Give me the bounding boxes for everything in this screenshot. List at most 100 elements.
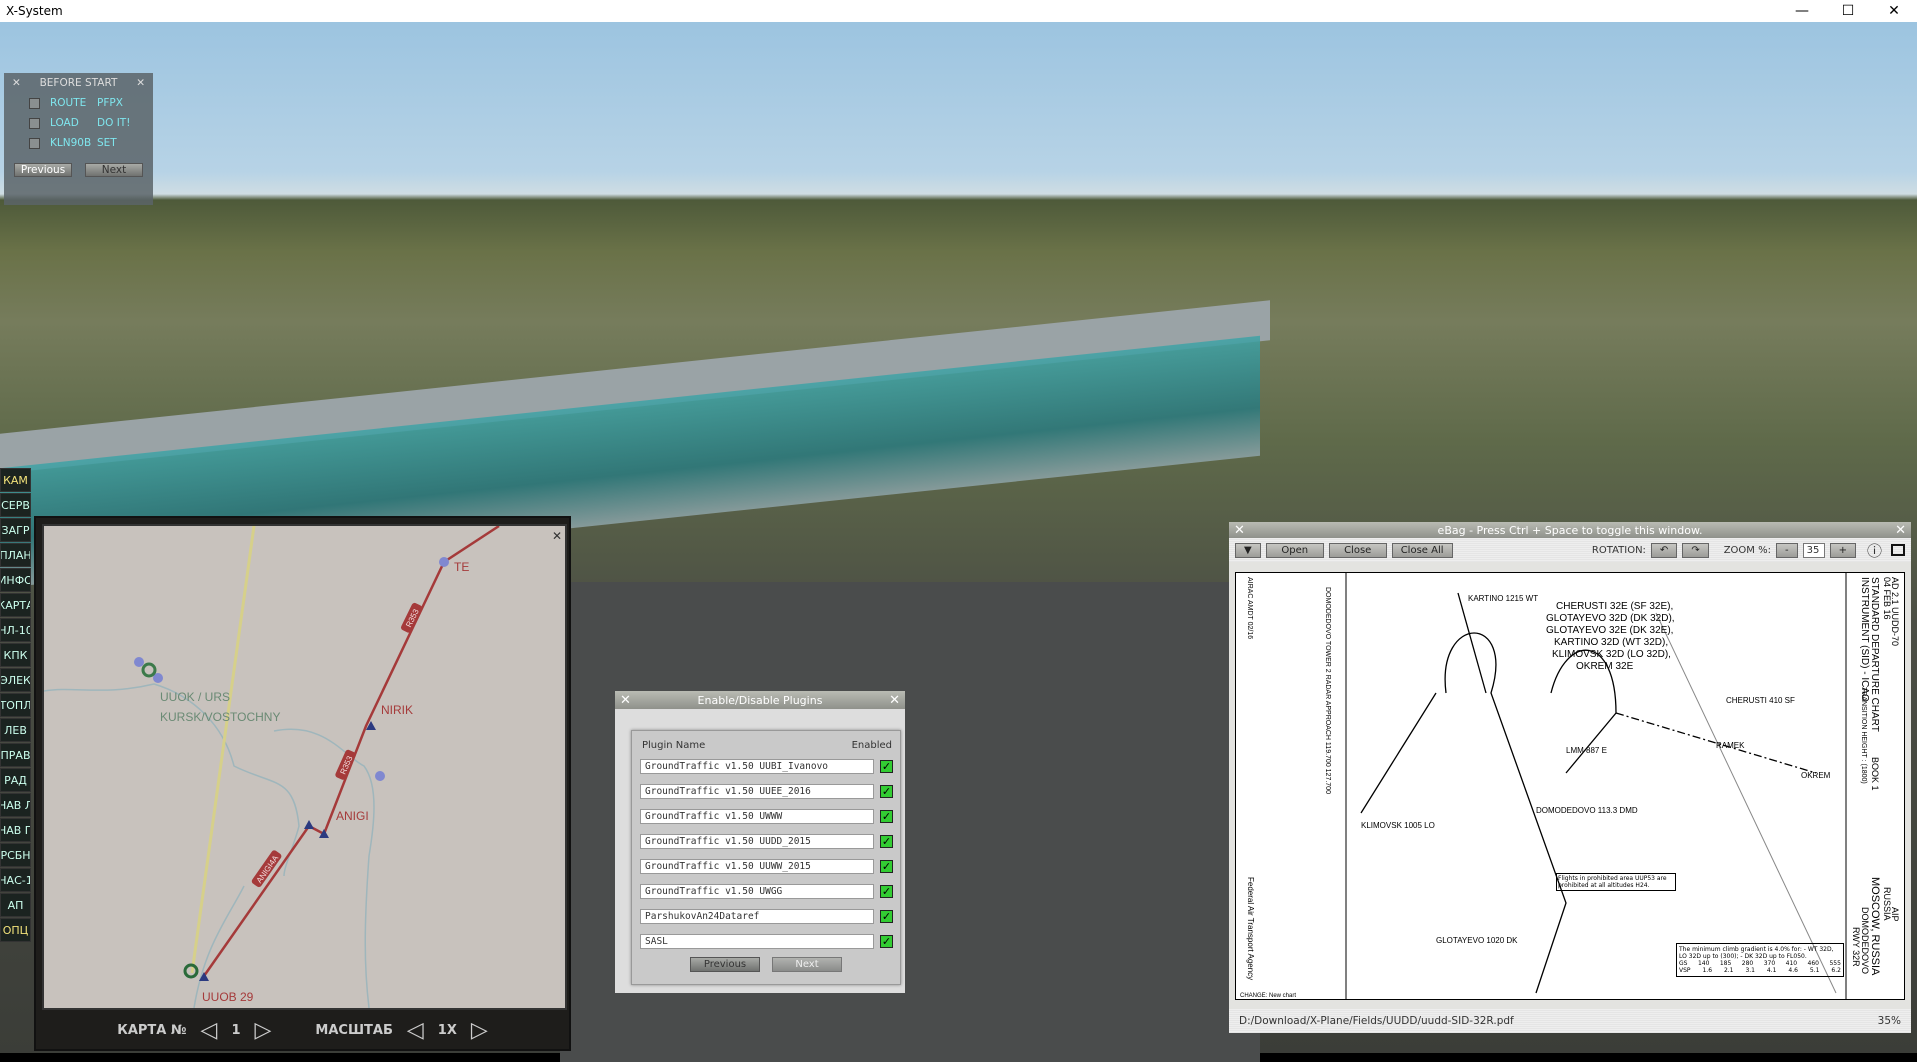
zoom-plus-button[interactable]: +: [1829, 542, 1856, 558]
item-action[interactable]: SET: [97, 137, 117, 149]
checkbox[interactable]: [29, 117, 40, 129]
sidebar-button[interactable]: КПК: [0, 643, 31, 667]
rotate-cw-button[interactable]: ↷: [1682, 542, 1709, 558]
previous-button[interactable]: Previous: [690, 957, 760, 972]
close-icon[interactable]: ✕: [889, 693, 900, 708]
sidebar-button[interactable]: ИНФО: [0, 568, 31, 592]
sidebar-button[interactable]: ЛЕВ: [0, 718, 31, 742]
item-label[interactable]: ROUTE: [50, 97, 97, 109]
file-path: D:/Download/X-Plane/Fields/UUDD/uudd-SID…: [1239, 1015, 1514, 1027]
checklist-item: LOAD DO IT!: [4, 113, 153, 133]
info-icon[interactable]: ⓘ: [1867, 540, 1882, 561]
close-icon[interactable]: ✕: [620, 693, 631, 708]
sidebar-button[interactable]: РАД: [0, 768, 31, 792]
item-action[interactable]: PFPX: [97, 97, 123, 109]
zoom-in-button[interactable]: ▷: [471, 1018, 488, 1043]
table-cell: 410: [1785, 960, 1798, 967]
map-controls: КАРТА № ◁ 1 ▷ МАСШТАБ ◁ 1X ▷: [36, 1011, 569, 1049]
enabled-checkbox[interactable]: ✓: [880, 810, 893, 823]
plugin-name: GroundTraffic v1.50 UWWW: [640, 809, 874, 824]
enabled-checkbox[interactable]: ✓: [880, 860, 893, 873]
close-icon[interactable]: ✕: [136, 77, 145, 89]
transition-height: TRANSITION HEIGHT : (1800): [1860, 687, 1867, 784]
sidebar-button[interactable]: ТОПЛ: [0, 693, 31, 717]
rotate-ccw-button[interactable]: ↶: [1650, 542, 1678, 558]
map-card-label: КАРТА №: [117, 1022, 187, 1038]
checkbox[interactable]: [29, 97, 40, 109]
next-button[interactable]: Next: [85, 163, 143, 177]
close-icon[interactable]: ✕: [1895, 523, 1906, 538]
rotation-label: ROTATION:: [1591, 544, 1646, 556]
close-all-button[interactable]: Close All: [1391, 542, 1453, 558]
zoom-input[interactable]: 35: [1802, 542, 1825, 558]
sidebar-button[interactable]: ЗАГР: [0, 518, 31, 542]
ebag-window: ✕ eBag - Press Ctrl + Space to toggle thi…: [1229, 522, 1911, 1033]
prohibited-area-note: Flights in prohibited area UUP53 are pro…: [1556, 873, 1676, 891]
airport-uuob: UUOB 29: [202, 990, 254, 1004]
enabled-checkbox[interactable]: ✓: [880, 835, 893, 848]
table-cell: 4.6: [1788, 967, 1798, 974]
sidebar-button[interactable]: НАС-1: [0, 868, 31, 892]
panel-title: BEFORE START: [39, 77, 118, 89]
open-button[interactable]: Open: [1265, 542, 1324, 558]
item-action[interactable]: DO IT!: [97, 117, 130, 129]
climb-gradient-note: The minimum climb gradient is 4.0% for: …: [1679, 946, 1834, 960]
plugin-name: GroundTraffic v1.50 UUWW_2015: [640, 859, 874, 874]
close-button[interactable]: ✕: [1871, 3, 1917, 19]
sidebar-button[interactable]: ОПЦ: [0, 918, 31, 942]
plugin-name: GroundTraffic v1.50 UWGG: [640, 884, 874, 899]
table-cell: GS: [1679, 960, 1688, 967]
plugin-row: SASL ✓: [640, 932, 900, 951]
fullscreen-icon[interactable]: [1891, 544, 1905, 556]
next-button[interactable]: Next: [772, 957, 842, 972]
enabled-checkbox[interactable]: ✓: [880, 760, 893, 773]
sidebar-button[interactable]: АП: [0, 893, 31, 917]
enabled-checkbox[interactable]: ✓: [880, 910, 893, 923]
item-label[interactable]: KLN90B: [50, 137, 97, 149]
sidebar-button[interactable]: ЭЛЕК: [0, 668, 31, 692]
close-icon[interactable]: ✕: [12, 77, 21, 89]
item-label[interactable]: LOAD: [50, 117, 97, 129]
chart-date: 04 FEB 16: [1882, 577, 1892, 620]
chart-agency: Federal Air Transport Agency: [1246, 877, 1255, 980]
table-cell: 5.1: [1809, 967, 1820, 974]
plugin-name: ParshukovAn24Dataref: [640, 909, 874, 924]
minimize-button[interactable]: —: [1779, 3, 1825, 19]
menu-dropdown-button[interactable]: ▼: [1235, 542, 1261, 558]
sidebar-button[interactable]: КАРТА: [0, 593, 31, 617]
procedure-name: KLIMOVSK 32D (LO 32D),: [1552, 649, 1671, 660]
sidebar-button[interactable]: ПРАВ: [0, 743, 31, 767]
sid-chart-document[interactable]: CHERUSTI 32E (SF 32E), GLOTAYEVO 32D (DK…: [1235, 572, 1905, 1000]
ebag-toolbar: ▼ Open Close Close All ROTATION: ↶ ↷ ZOO…: [1229, 538, 1911, 562]
sidebar-button[interactable]: НАВ П: [0, 818, 31, 842]
next-map-button[interactable]: ▷: [255, 1018, 272, 1043]
sidebar-button[interactable]: РСБН: [0, 843, 31, 867]
prev-map-button[interactable]: ◁: [201, 1018, 218, 1043]
map-close-icon[interactable]: ✕: [552, 529, 562, 543]
sidebar-button[interactable]: НЛ-10: [0, 618, 31, 642]
sidebar-button[interactable]: ПЛАН: [0, 543, 31, 567]
previous-button[interactable]: Previous: [14, 163, 72, 177]
waypoint-te: TE: [454, 560, 469, 574]
maximize-button[interactable]: ☐: [1825, 3, 1871, 19]
plugin-row: GroundTraffic v1.50 UWWW ✓: [640, 807, 900, 826]
ebag-statusbar: D:/Download/X-Plane/Fields/UUDD/uudd-SID…: [1229, 1009, 1911, 1033]
chart-subtitle: INSTRUMENT (SID) - ICAO: [1859, 577, 1870, 702]
enabled-checkbox[interactable]: ✓: [880, 885, 893, 898]
sidebar-button[interactable]: СЕРВ: [0, 493, 31, 517]
procedure-name: OKREM 32E: [1576, 661, 1634, 672]
zoom-out-button[interactable]: ◁: [407, 1018, 424, 1043]
checklist-item: ROUTE PFPX: [4, 93, 153, 113]
close-doc-button[interactable]: Close: [1328, 542, 1387, 558]
close-icon[interactable]: ✕: [1234, 523, 1245, 538]
sidebar-button[interactable]: НАВ Л: [0, 793, 31, 817]
table-cell: 2.1: [1723, 967, 1734, 974]
checkbox[interactable]: [29, 137, 40, 149]
zoom-minus-button[interactable]: -: [1775, 542, 1798, 558]
enabled-checkbox[interactable]: ✓: [880, 785, 893, 798]
sidebar-button[interactable]: КАМ: [0, 468, 31, 492]
window-title: Enable/Disable Plugins: [697, 693, 823, 707]
nav-map[interactable]: R353 R353 ANIGI4A TE NIRIK ANIGI UUOB 29…: [42, 524, 567, 1010]
enabled-checkbox[interactable]: ✓: [880, 935, 893, 948]
plugin-row: GroundTraffic v1.50 UUEE_2016 ✓: [640, 782, 900, 801]
